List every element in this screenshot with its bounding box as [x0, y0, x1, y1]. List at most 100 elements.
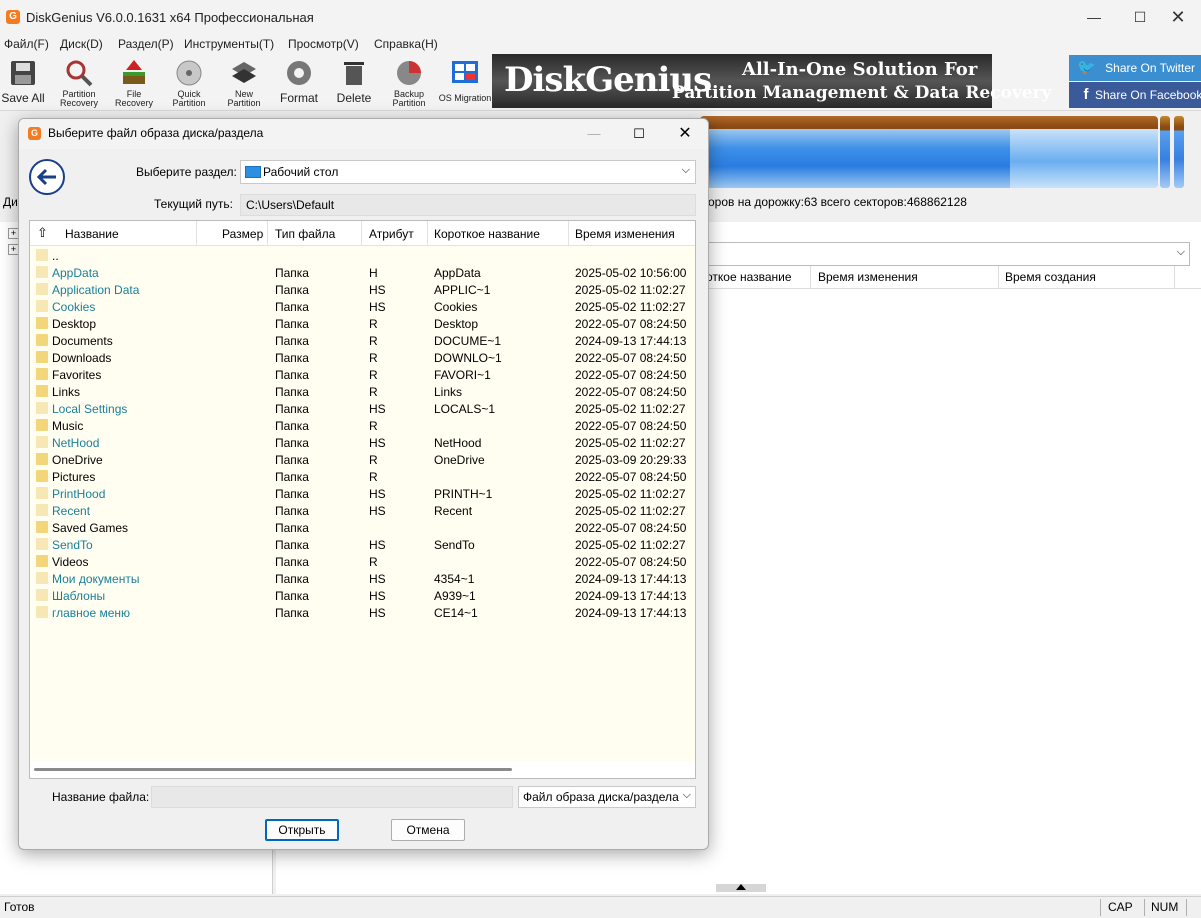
file-row[interactable]: Шаблоны Папка HS A939~1 2024-09-13 17:44:13: [30, 587, 695, 604]
partition-select[interactable]: Рабочий стол ⌵: [240, 160, 696, 184]
file-type: Папка: [275, 300, 309, 314]
file-attribute: HS: [369, 402, 386, 416]
product-banner[interactable]: DiskGenius All-In-One Solution For Parti…: [492, 54, 1051, 108]
file-attribute: HS: [369, 589, 386, 603]
column-modified[interactable]: Время изменения: [575, 227, 675, 241]
file-row[interactable]: Music Папка R 2022-05-07 08:24:50: [30, 417, 695, 434]
file-row[interactable]: Cookies Папка HS Cookies 2025-05-02 11:02:27: [30, 298, 695, 315]
disk-partition-mini-1[interactable]: [1160, 116, 1170, 188]
column-name[interactable]: Название: [65, 227, 119, 241]
menu-tools[interactable]: Инструменты(T): [184, 37, 274, 51]
file-row[interactable]: Saved Games Папка 2022-05-07 08:24:50: [30, 519, 695, 536]
file-short-name: CE14~1: [434, 606, 478, 620]
file-row[interactable]: ..: [30, 247, 695, 264]
menu-disk[interactable]: Диск(D): [60, 37, 103, 51]
menu-partition[interactable]: Раздел(P): [118, 37, 174, 51]
file-modified: 2022-05-07 08:24:50: [575, 555, 687, 569]
file-attribute: HS: [369, 487, 386, 501]
file-row[interactable]: Recent Папка HS Recent 2025-05-02 11:02:27: [30, 502, 695, 519]
file-row[interactable]: NetHood Папка HS NetHood 2025-05-02 11:02:27: [30, 434, 695, 451]
column-modified[interactable]: Время изменения: [818, 270, 918, 284]
share-twitter-button[interactable]: 🐦 Share On Twitter: [1069, 55, 1201, 81]
dialog-maximize-icon[interactable]: ☐: [616, 119, 662, 149]
backup-partition-button[interactable]: Backup Partition: [386, 54, 432, 110]
folder-icon: [36, 436, 48, 448]
file-name: Мои документы: [52, 572, 140, 586]
file-short-name: PRINTH~1: [434, 487, 493, 501]
file-row[interactable]: Links Папка R Links 2022-05-07 08:24:50: [30, 383, 695, 400]
column-size[interactable]: Размер: [222, 227, 263, 241]
file-row[interactable]: Application Data Папка HS APPLIC~1 2025-05-0…: [30, 281, 695, 298]
close-icon[interactable]: ✕: [1155, 0, 1201, 34]
disk-partition-segment[interactable]: [1010, 129, 1158, 188]
file-name-input[interactable]: [151, 786, 513, 808]
share-facebook-button[interactable]: f Share On Facebook: [1069, 82, 1201, 108]
file-row[interactable]: Videos Папка R 2022-05-07 08:24:50: [30, 553, 695, 570]
format-icon: [287, 61, 311, 85]
column-short-name[interactable]: откое название: [706, 270, 792, 284]
file-row[interactable]: Local Settings Папка HS LOCALS~1 2025-05-02 …: [30, 400, 695, 417]
os-migration-button[interactable]: OS Migration: [438, 54, 492, 110]
twitter-icon: 🐦: [1077, 59, 1096, 76]
file-row[interactable]: PrintHood Папка HS PRINTH~1 2025-05-02 11:02…: [30, 485, 695, 502]
column-created[interactable]: Время создания: [1005, 270, 1096, 284]
new-partition-button[interactable]: New Partition: [221, 54, 267, 110]
file-row[interactable]: AppData Папка H AppData 2025-05-02 10:56:00: [30, 264, 695, 281]
file-short-name: Recent: [434, 504, 473, 518]
quick-partition-button[interactable]: Quick Partition: [166, 54, 212, 110]
file-row[interactable]: OneDrive Папка R OneDrive 2025-03-09 20:29:3…: [30, 451, 695, 468]
cancel-button[interactable]: Отмена: [391, 819, 465, 841]
file-recovery-button[interactable]: File Recovery: [111, 54, 157, 110]
file-modified: 2022-05-07 08:24:50: [575, 351, 687, 365]
file-name: Recent: [52, 504, 91, 518]
num-indicator: NUM: [1151, 900, 1179, 914]
file-modified: 2022-05-07 08:24:50: [575, 419, 687, 433]
partition-recovery-button[interactable]: Partition Recovery: [56, 54, 102, 110]
open-button[interactable]: Открыть: [265, 819, 339, 841]
file-list[interactable]: ⇧ Название Размер Тип файла Атрибут Коро…: [29, 220, 696, 779]
file-name: ..: [52, 249, 59, 263]
dialog-title: Выберите файл образа диска/раздела: [48, 126, 264, 140]
file-type: Папка: [275, 385, 309, 399]
save-all-button[interactable]: Save All: [0, 54, 46, 110]
menu-help[interactable]: Справка(H): [374, 37, 438, 51]
banner-line-1: All-In-One Solution For: [742, 59, 978, 80]
disk-partition-mini-2[interactable]: [1174, 116, 1184, 188]
file-short-name: 4354~1: [434, 572, 475, 586]
file-short-name: Links: [434, 385, 463, 399]
column-attribute[interactable]: Атрибут: [369, 227, 414, 241]
parent-folder-icon[interactable]: ⇧: [37, 225, 48, 241]
backup-partition-icon: [397, 61, 421, 85]
column-short-name[interactable]: Короткое название: [434, 227, 540, 241]
file-row[interactable]: Downloads Папка R DOWNLO~1 2022-05-07 08:24:…: [30, 349, 695, 366]
file-type: Папка: [275, 351, 309, 365]
right-path-combo[interactable]: ⌵: [700, 242, 1190, 266]
folder-icon: [36, 402, 48, 414]
file-row[interactable]: Pictures Папка R 2022-05-07 08:24:50: [30, 468, 695, 485]
file-modified: 2024-09-13 17:44:13: [575, 606, 687, 620]
disk-partition-map[interactable]: [700, 116, 1158, 188]
file-name: Music: [52, 419, 84, 433]
format-button[interactable]: Format: [276, 54, 322, 110]
file-type-select[interactable]: Файл образа диска/раздела ⌵: [518, 786, 696, 808]
file-row[interactable]: Favorites Папка R FAVORI~1 2022-05-07 08:24:…: [30, 366, 695, 383]
horizontal-scrollbar[interactable]: [30, 761, 695, 777]
menu-file[interactable]: Файл(F): [4, 37, 49, 51]
panel-splitter[interactable]: [716, 884, 766, 892]
file-row[interactable]: главное меню Папка HS CE14~1 2024-09-13 17:4…: [30, 604, 695, 621]
file-row[interactable]: Documents Папка R DOCUME~1 2024-09-13 17:44:…: [30, 332, 695, 349]
file-row[interactable]: SendTo Папка HS SendTo 2025-05-02 11:02:27: [30, 536, 695, 553]
window-title: DiskGenius V6.0.0.1631 x64 Профессиональ…: [26, 10, 314, 25]
minimize-icon[interactable]: —: [1071, 0, 1117, 34]
file-short-name: FAVORI~1: [434, 368, 491, 382]
facebook-icon: f: [1083, 86, 1089, 103]
file-row[interactable]: Desktop Папка R Desktop 2022-05-07 08:24:50: [30, 315, 695, 332]
column-file-type[interactable]: Тип файла: [275, 227, 335, 241]
back-button[interactable]: [29, 159, 65, 195]
dialog-close-icon[interactable]: ✕: [662, 119, 708, 149]
file-type: Папка: [275, 419, 309, 433]
delete-button[interactable]: Delete: [331, 54, 377, 110]
file-row[interactable]: Мои документы Папка HS 4354~1 2024-09-13 17:…: [30, 570, 695, 587]
scrollbar-thumb[interactable]: [34, 768, 512, 771]
menu-view[interactable]: Просмотр(V): [288, 37, 359, 51]
